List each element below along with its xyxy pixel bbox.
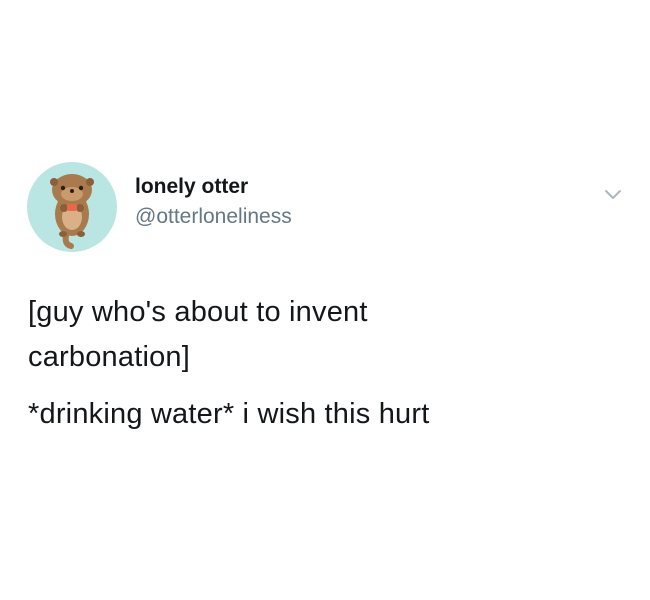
tweet-text-line: [guy who's about to invent [28, 296, 368, 328]
tweet-card: lonely otter @otterloneliness [guy who's… [0, 0, 650, 600]
tweet-header: lonely otter @otterloneliness [27, 160, 627, 252]
tweet-text-line: *drinking water* i wish this hurt [28, 398, 430, 430]
tweet-text: [guy who's about to invent carbonation] … [28, 290, 628, 437]
avatar[interactable] [27, 162, 117, 252]
author-info: lonely otter @otterloneliness [135, 174, 292, 230]
author-display-name[interactable]: lonely otter [135, 174, 292, 200]
otter-avatar-icon [50, 174, 94, 249]
tweet-text-line: carbonation] [28, 341, 191, 373]
chevron-down-icon [605, 190, 621, 199]
tweet-menu-button[interactable] [599, 180, 627, 208]
author-handle[interactable]: @otterloneliness [135, 204, 292, 230]
